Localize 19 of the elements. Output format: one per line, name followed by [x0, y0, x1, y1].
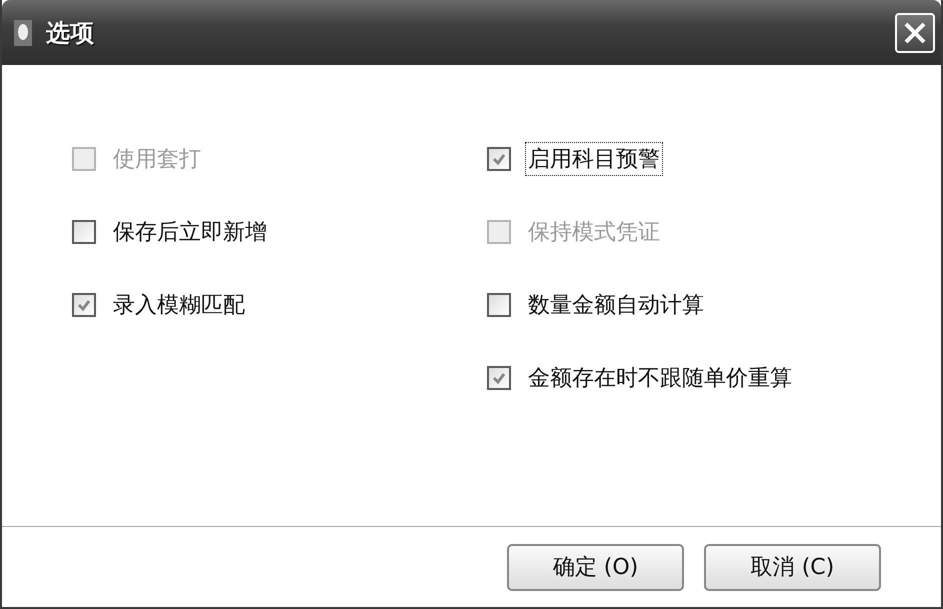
close-button[interactable] — [895, 12, 935, 52]
checkbox-label[interactable]: 启用科目预警 — [525, 142, 663, 176]
checkbox-label[interactable]: 保存后立即新增 — [110, 215, 270, 249]
ok-button[interactable]: 确定 (O) — [507, 544, 684, 590]
checkbox[interactable] — [72, 220, 96, 244]
checkmark-icon — [76, 297, 92, 313]
checkbox-label[interactable]: 数量金额自动计算 — [525, 288, 707, 322]
checkbox-label[interactable]: 录入模糊匹配 — [110, 288, 248, 322]
checkbox[interactable] — [487, 147, 511, 171]
app-icon — [14, 20, 32, 46]
close-icon — [902, 20, 928, 46]
checkbox-label[interactable]: 金额存在时不跟随单价重算 — [525, 361, 795, 395]
checkbox[interactable] — [487, 293, 511, 317]
checkbox[interactable] — [72, 293, 96, 317]
checkmark-icon — [491, 151, 507, 167]
window-title: 选项 — [46, 18, 95, 48]
checkbox[interactable] — [487, 366, 511, 390]
checkmark-icon — [491, 370, 507, 386]
cancel-button[interactable]: 取消 (C) — [704, 544, 881, 590]
